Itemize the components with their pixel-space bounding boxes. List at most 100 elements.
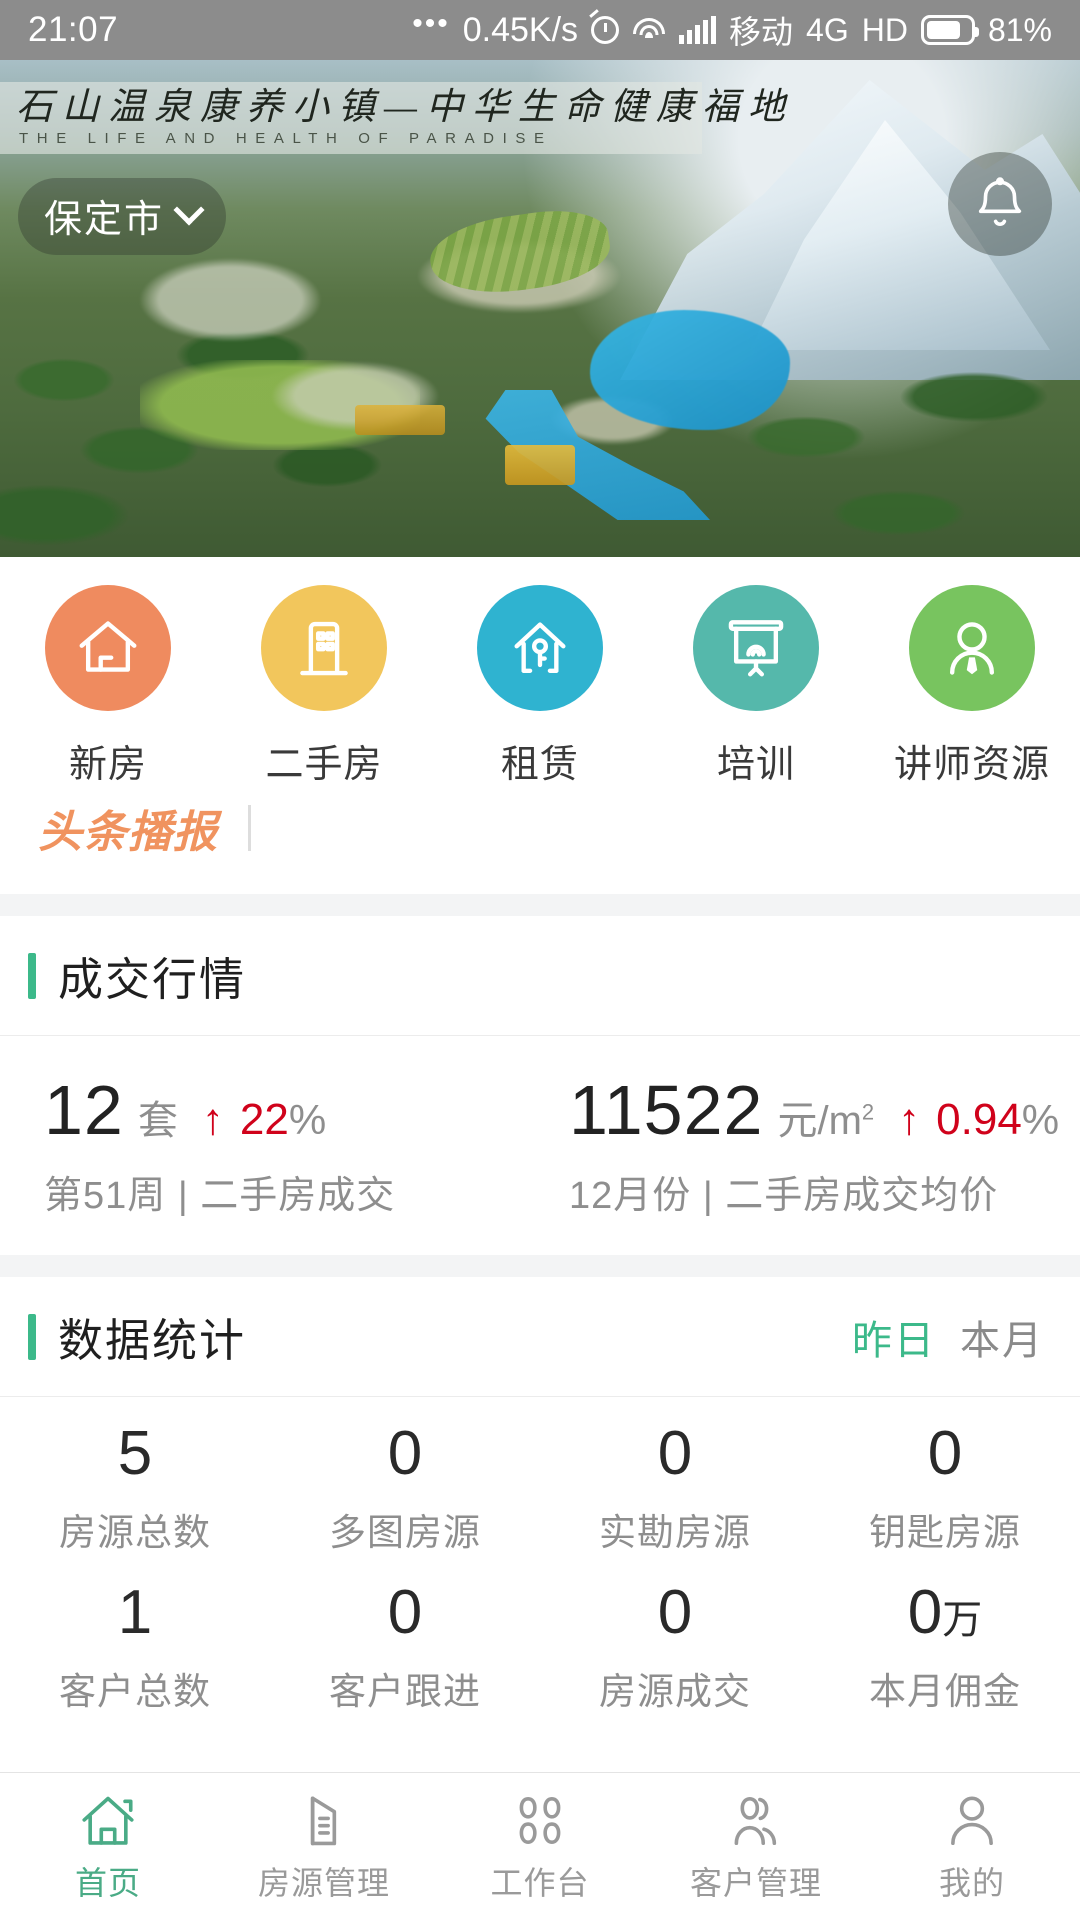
- stat-value: 0: [657, 1419, 693, 1488]
- market-change: 22: [239, 1095, 289, 1144]
- quicknav-circle: [693, 585, 819, 711]
- market-unit-superscript: 2: [861, 1099, 875, 1125]
- more-dots-icon: •••: [412, 7, 450, 40]
- statistics-row: 1 客户总数 0 客户跟进 0 房源成交 0万 本月佣金: [0, 1556, 1080, 1715]
- tab-client-management[interactable]: 客户管理: [648, 1790, 864, 1904]
- stat-value: 0: [387, 1419, 423, 1488]
- quicknav-label: 二手房: [265, 744, 383, 786]
- tab-listing-management[interactable]: 房源管理: [216, 1790, 432, 1904]
- market-change: 0.94: [936, 1095, 1022, 1144]
- city-selector[interactable]: 保定市: [18, 178, 227, 255]
- carrier-label: 移动: [729, 14, 794, 50]
- tab-label: 工作台: [490, 1864, 590, 1901]
- status-time: 21:07: [28, 10, 119, 49]
- statistics-section-title: 数据统计: [58, 1315, 247, 1366]
- tab-label: 我的: [938, 1864, 1005, 1901]
- market-card-value-row: 12 套 ↑ 22 %: [44, 1070, 555, 1150]
- quicknav-item-new-house[interactable]: 新房: [0, 585, 216, 788]
- stat-label: 多图房源: [329, 1512, 481, 1554]
- quicknav-item-lecturer[interactable]: 讲师资源: [864, 585, 1080, 788]
- stat-label: 客户跟进: [329, 1671, 481, 1713]
- quick-nav: 新房 二手房 租赁 培训 讲师资源: [0, 557, 1080, 786]
- quicknav-item-training[interactable]: 培训: [648, 585, 864, 788]
- stat-value: 0: [387, 1578, 423, 1648]
- stat-label: 房源成交: [599, 1671, 751, 1713]
- battery-icon: [920, 15, 979, 45]
- stat-label: 客户总数: [59, 1671, 211, 1713]
- stat-value-suffix: 万: [942, 1598, 983, 1643]
- bell-icon: [978, 177, 1022, 226]
- section-accent-bar: [28, 952, 36, 999]
- market-subtitle: 12月份 | 二手房成交均价: [569, 1175, 999, 1217]
- market-card-avg-price[interactable]: 11522 元/m2 ↑ 0.94 % 12月份 | 二手房成交均价: [555, 1070, 1080, 1219]
- stat-label: 本月佣金: [869, 1671, 1021, 1713]
- statistics-grid: 5 房源总数 0 多图房源 0 实勘房源 0 钥匙房源 1 客户总数 0 客户跟…: [0, 1397, 1080, 1716]
- bottom-tab-bar: 首页 房源管理 工作台 客户管理 我的: [0, 1772, 1080, 1920]
- signal-icon: [679, 16, 717, 44]
- statistics-section-header: 数据统计 昨日 本月: [0, 1277, 1080, 1397]
- stat-cell-total-clients[interactable]: 1 客户总数: [0, 1556, 270, 1715]
- banner-title-en: THE LIFE AND HEALTH OF PARADISE: [19, 130, 553, 148]
- tab-label: 客户管理: [689, 1864, 822, 1901]
- house-icon: [79, 621, 137, 672]
- market-percent-sign: %: [1021, 1096, 1060, 1143]
- quicknav-item-rental[interactable]: 租赁: [432, 585, 648, 788]
- network-type-label: 4G: [806, 11, 849, 48]
- market-card-value-row: 11522 元/m2 ↑ 0.94 %: [569, 1070, 1080, 1150]
- quicknav-label: 培训: [716, 744, 795, 786]
- section-gap: [0, 1255, 1080, 1277]
- quicknav-circle: [477, 585, 603, 711]
- toggle-this-month[interactable]: 本月: [960, 1308, 1044, 1366]
- section-accent-bar: [28, 1313, 36, 1360]
- lecturer-icon: [949, 622, 995, 675]
- hero-banner: 石山温泉康养小镇—中华生命健康福地 THE LIFE AND HEALTH OF…: [0, 60, 1080, 557]
- stat-cell-commission[interactable]: 0万 本月佣金: [810, 1556, 1080, 1715]
- tab-label: 首页: [74, 1864, 141, 1901]
- headline-logo: 头条播报: [38, 808, 218, 857]
- notifications-button[interactable]: [948, 152, 1052, 256]
- forest-right: [680, 357, 1080, 557]
- stat-cell-deals[interactable]: 0 房源成交: [540, 1556, 810, 1715]
- stat-cell-key-listings[interactable]: 0 钥匙房源: [810, 1397, 1080, 1556]
- projector-icon: [728, 620, 784, 677]
- stat-value: 0万: [908, 1580, 982, 1645]
- stat-cell-surveyed[interactable]: 0 实勘房源: [540, 1397, 810, 1556]
- house-key-icon: [514, 622, 566, 673]
- toggle-yesterday[interactable]: 昨日: [852, 1308, 936, 1366]
- stat-value: 5: [117, 1419, 153, 1488]
- stat-cell-total-listings[interactable]: 5 房源总数: [0, 1397, 270, 1556]
- market-percent-sign: %: [288, 1096, 327, 1143]
- section-gap: [0, 894, 1080, 916]
- stat-value: 0: [927, 1419, 963, 1488]
- building-icon: [310, 1795, 337, 1845]
- quicknav-label: 租赁: [500, 744, 579, 786]
- market-unit: 元/m2: [777, 1088, 874, 1146]
- stat-value: 0: [657, 1578, 693, 1648]
- landmark-roof-1: [505, 445, 575, 485]
- users-icon: [734, 1796, 777, 1845]
- battery-percent: 81%: [987, 11, 1052, 48]
- headline-divider: [248, 805, 251, 851]
- market-card-weekly-deals[interactable]: 12 套 ↑ 22 % 第51周 | 二手房成交: [0, 1070, 555, 1219]
- person-icon: [951, 1795, 993, 1845]
- tab-home[interactable]: 首页: [0, 1790, 216, 1904]
- hd-label: HD: [861, 11, 908, 48]
- city-name-label: 保定市: [44, 199, 165, 241]
- home-icon: [82, 1796, 134, 1845]
- status-indicators: ••• 0.45K/s 移动 4G HD 81%: [412, 7, 1052, 53]
- statistics-row: 5 房源总数 0 多图房源 0 实勘房源 0 钥匙房源: [0, 1397, 1080, 1556]
- stat-value: 1: [117, 1578, 153, 1648]
- alarm-icon: [591, 16, 620, 44]
- trend-up-icon: ↑: [898, 1095, 921, 1144]
- market-unit-text: 元/m: [777, 1099, 862, 1143]
- tab-profile[interactable]: 我的: [864, 1790, 1080, 1904]
- stat-cell-client-followup[interactable]: 0 客户跟进: [270, 1556, 540, 1715]
- apartment-icon: [300, 621, 348, 676]
- quicknav-label: 讲师资源: [893, 744, 1050, 786]
- wifi-icon: [632, 17, 666, 43]
- stat-label: 房源总数: [59, 1512, 211, 1554]
- tab-workbench[interactable]: 工作台: [432, 1790, 648, 1904]
- tab-label: 房源管理: [257, 1864, 390, 1901]
- stat-cell-multi-photo[interactable]: 0 多图房源: [270, 1397, 540, 1556]
- quicknav-item-second-hand[interactable]: 二手房: [216, 585, 432, 788]
